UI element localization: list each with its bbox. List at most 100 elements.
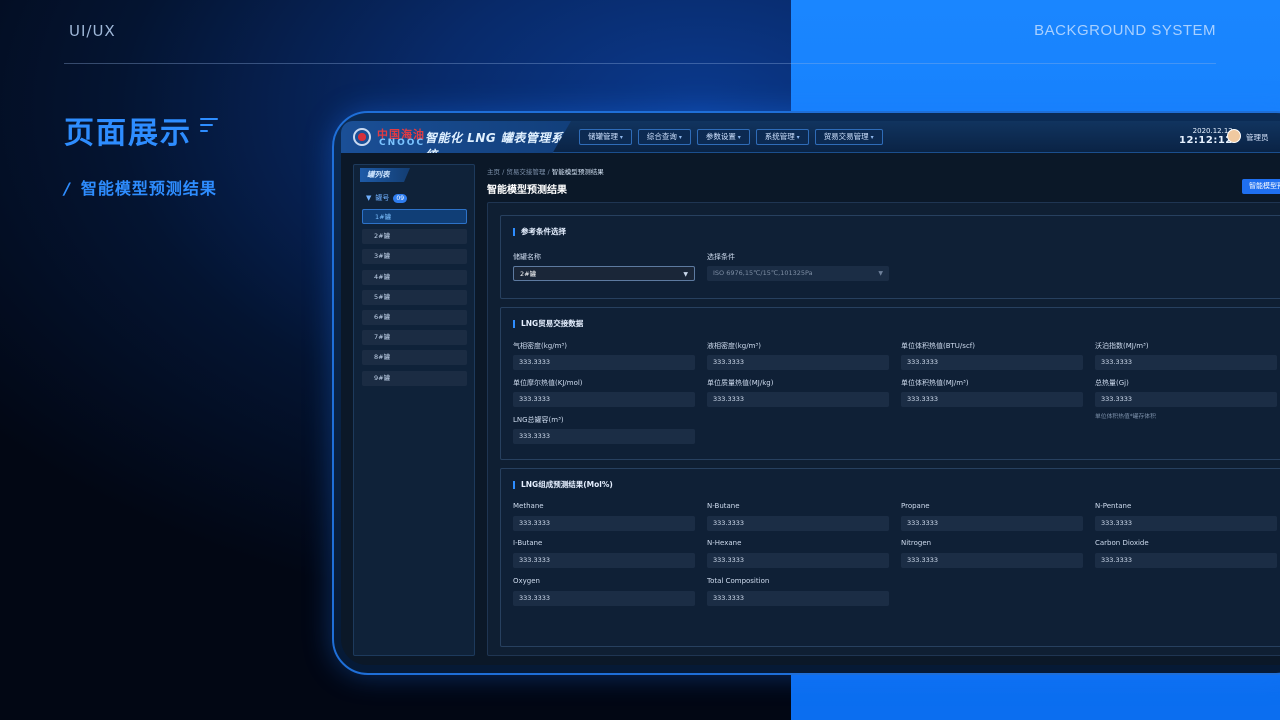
slide-subtitle: / 智能模型预测结果 [64, 175, 217, 199]
menu-item-general-query[interactable]: 综合查询 [637, 129, 691, 145]
field-value[interactable]: 333.3333 [707, 553, 889, 568]
trade-field: 气相密度(kg/m³) 333.3333 [513, 341, 695, 370]
field-value[interactable]: 333.3333 [901, 392, 1083, 407]
condition-value: ISO 6976,15℃/15℃,101325Pa [713, 269, 813, 277]
trade-field: 单位质量热值(MJ/kg) 333.3333 [707, 378, 889, 407]
composition-field: Propane 333.3333 [901, 502, 1083, 531]
tank-item-6[interactable]: 6#罐 [362, 309, 467, 325]
composition-field: Nitrogen 333.3333 [901, 539, 1083, 568]
tank-item-2[interactable]: 2#罐 [362, 229, 467, 245]
field-value[interactable]: 333.3333 [707, 516, 889, 531]
tank-name-label: 储罐名称 [513, 253, 541, 261]
trade-field: 总热量(Gj) 333.3333 单位体积热值*罐存体积 [1095, 378, 1277, 420]
tank-item-7[interactable]: 7#罐 [362, 330, 467, 346]
field-value[interactable]: 333.3333 [707, 355, 889, 370]
field-value[interactable]: 333.3333 [901, 516, 1083, 531]
field-value[interactable]: 333.3333 [707, 392, 889, 407]
field-label: LNG总罐容(m³) [513, 416, 564, 424]
field-label: N-Butane [707, 502, 740, 510]
field-value[interactable]: 333.3333 [1095, 553, 1277, 568]
field-label: Nitrogen [901, 539, 932, 547]
condition-field: 选择条件 ISO 6976,15℃/15℃,101325Pa ▼ [707, 252, 889, 281]
composition-field: N-Pentane 333.3333 [1095, 502, 1277, 531]
app-header: 中国海油 CNOOC 智能化 LNG 罐表管理系统 储罐管理 综合查询 参数设置… [341, 121, 1280, 153]
tank-name-select[interactable]: 2#罐 ▼ [513, 266, 695, 281]
field-label: 总热量(Gj) [1095, 379, 1129, 387]
trade-field: 单位摩尔热值(KJ/mol) 333.3333 [513, 378, 695, 407]
tank-name-value: 2#罐 [520, 270, 537, 278]
composition-card: LNG组成预测结果(Mol%) Methane 333.3333 N-Butan… [500, 468, 1280, 647]
composition-field: Methane 333.3333 [513, 502, 695, 531]
trade-field: 单位体积热值(BTU/scf) 333.3333 [901, 341, 1083, 370]
breadcrumb-home[interactable]: 主页 [487, 168, 500, 176]
field-label: N-Pentane [1095, 502, 1132, 510]
caret-down-icon: ▼ [366, 194, 372, 202]
field-label: N-Hexane [707, 539, 742, 547]
condition-select[interactable]: ISO 6976,15℃/15℃,101325Pa ▼ [707, 266, 889, 281]
field-label: Methane [513, 502, 544, 510]
field-value[interactable]: 333.3333 [513, 355, 695, 370]
tank-item-4[interactable]: 4#罐 [362, 269, 467, 285]
tank-item-8[interactable]: 8#罐 [362, 350, 467, 366]
menu-item-system-management[interactable]: 系统管理 [755, 129, 809, 145]
menu-item-parameter-settings[interactable]: 参数设置 [696, 129, 750, 145]
field-value[interactable]: 333.3333 [513, 553, 695, 568]
tank-item-9[interactable]: 9#罐 [362, 370, 467, 386]
tank-list: 1#罐 2#罐 3#罐 4#罐 5#罐 6#罐 7#罐 8#罐 9#罐 [362, 209, 467, 391]
menu-item-trade-management[interactable]: 贸易交易管理 [814, 129, 883, 145]
logo-area: 中国海油 CNOOC 智能化 LNG 罐表管理系统 [341, 121, 571, 153]
tank-sidebar: 罐列表 ▼ 罐号 09 1#罐 2#罐 3#罐 4#罐 5#罐 6#罐 7#罐 … [353, 164, 475, 656]
field-value[interactable]: 333.3333 [1095, 516, 1277, 531]
field-value[interactable]: 333.3333 [513, 516, 695, 531]
slide-divider [64, 63, 1216, 64]
field-label: 液相密度(kg/m³) [707, 342, 761, 350]
sidebar-title: 罐列表 [360, 168, 410, 182]
field-label: Carbon Dioxide [1095, 539, 1149, 547]
tank-item-3[interactable]: 3#罐 [362, 249, 467, 265]
field-value[interactable]: 333.3333 [1095, 355, 1277, 370]
breadcrumb-separator: / [502, 168, 505, 176]
slide-top-right-label: BACKGROUND SYSTEM [1034, 22, 1216, 39]
field-value[interactable]: 333.3333 [1095, 392, 1277, 407]
chevron-down-icon: ▼ [878, 270, 883, 277]
tank-item-5[interactable]: 5#罐 [362, 289, 467, 305]
trade-title: LNG贸易交接数据 [513, 320, 583, 328]
field-label: 单位摩尔热值(KJ/mol) [513, 379, 583, 387]
field-value[interactable]: 333.3333 [707, 591, 889, 606]
cnooc-logo-icon [353, 128, 371, 146]
breadcrumb-separator: / [547, 168, 550, 176]
composition-title: LNG组成预测结果(Mol%) [513, 481, 613, 489]
field-label: 沃泊指数(MJ/m³) [1095, 342, 1149, 350]
field-label: Propane [901, 502, 930, 510]
smart-model-button[interactable]: 智能模型预测 [1242, 179, 1280, 194]
user-name[interactable]: 管理员 [1246, 132, 1269, 143]
reference-card: 参考条件选择 储罐名称 2#罐 ▼ 选择条件 ISO 6976,15℃/15℃,… [500, 215, 1280, 299]
tank-group-toggle[interactable]: ▼ 罐号 09 [366, 193, 408, 203]
logo-en-text: CNOOC [379, 138, 426, 148]
app-title: 智能化 LNG 罐表管理系统 [425, 131, 564, 162]
result-panel: 参考条件选择 储罐名称 2#罐 ▼ 选择条件 ISO 6976,15℃/15℃,… [487, 202, 1280, 656]
field-label: 单位体积热值(MJ/m³) [901, 379, 969, 387]
reference-title: 参考条件选择 [513, 228, 566, 236]
field-value[interactable]: 333.3333 [901, 355, 1083, 370]
current-time: 12:12:12 [1179, 135, 1233, 146]
field-value[interactable]: 333.3333 [513, 392, 695, 407]
trade-field: 单位体积热值(MJ/m³) 333.3333 [901, 378, 1083, 407]
composition-field: N-Hexane 333.3333 [707, 539, 889, 568]
trade-field: 液相密度(kg/m³) 333.3333 [707, 341, 889, 370]
field-label: Total Composition [707, 577, 770, 585]
avatar[interactable] [1227, 129, 1241, 143]
field-value[interactable]: 333.3333 [901, 553, 1083, 568]
composition-field: Total Composition 333.3333 [707, 577, 889, 606]
composition-field: Carbon Dioxide 333.3333 [1095, 539, 1277, 568]
field-value[interactable]: 333.3333 [513, 591, 695, 606]
composition-field: Oxygen 333.3333 [513, 577, 695, 606]
tank-item-1[interactable]: 1#罐 [362, 209, 467, 224]
total-heat-note: 单位体积热值*罐存体积 [1095, 414, 1156, 420]
menu-item-tank-management[interactable]: 储罐管理 [579, 129, 632, 145]
main-content: 主页 / 贸易交接管理 / 智能模型预测结果 智能模型预测结果 智能模型预测 参… [487, 164, 1280, 656]
breadcrumb: 主页 / 贸易交接管理 / 智能模型预测结果 [487, 166, 604, 176]
breadcrumb-trade[interactable]: 贸易交接管理 [506, 168, 545, 176]
main-menu: 储罐管理 综合查询 参数设置 系统管理 贸易交易管理 [579, 129, 883, 145]
field-value[interactable]: 333.3333 [513, 429, 695, 444]
